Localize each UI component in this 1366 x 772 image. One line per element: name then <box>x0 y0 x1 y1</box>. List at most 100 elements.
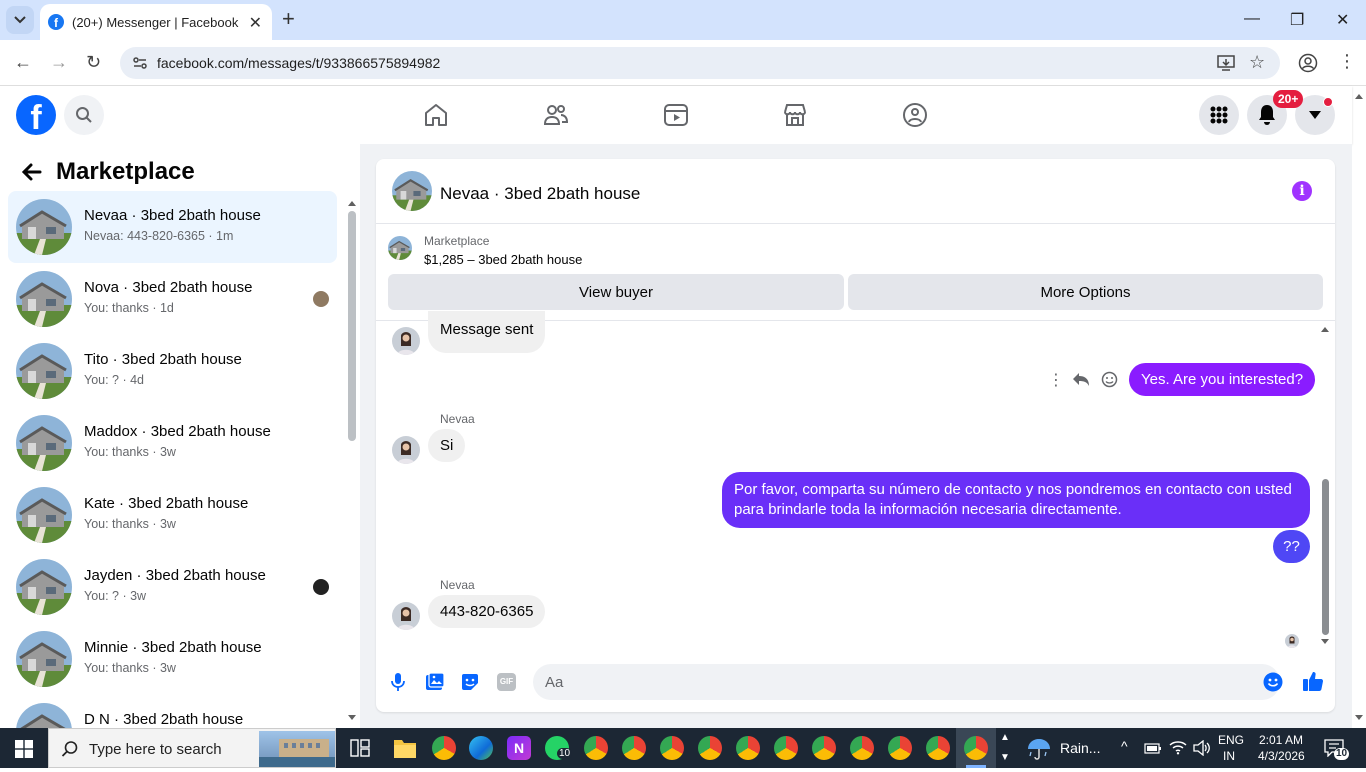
sender-avatar[interactable] <box>392 436 420 464</box>
chrome-profile-taskbar-icon[interactable] <box>622 736 646 760</box>
sender-avatar[interactable] <box>392 327 420 355</box>
chat-scroll-thumb[interactable] <box>1322 479 1329 635</box>
windows-start-icon[interactable] <box>15 740 33 758</box>
gif-button[interactable]: GIF <box>497 673 516 691</box>
chrome-profile-taskbar-icon[interactable] <box>584 736 608 760</box>
bookmark-star-icon[interactable]: ☆ <box>1249 52 1265 73</box>
browser-menu-icon[interactable]: ⋮ <box>1338 51 1356 72</box>
tab-close-icon[interactable]: ✕ <box>249 13 262 33</box>
message-input[interactable] <box>533 664 1280 700</box>
file-explorer-icon[interactable] <box>393 737 417 759</box>
chrome-profile-taskbar-icon[interactable] <box>660 736 684 760</box>
message-bubble-outgoing[interactable]: Yes. Are you interested? <box>1129 363 1316 396</box>
friends-icon[interactable] <box>543 102 569 128</box>
emoji-icon[interactable] <box>1263 672 1283 692</box>
tab-search-button[interactable] <box>6 6 34 34</box>
microphone-icon[interactable] <box>391 672 405 692</box>
profile-icon[interactable] <box>1298 53 1318 73</box>
message-bubble-outgoing[interactable]: Por favor, comparta su número de contact… <box>722 472 1310 528</box>
scroll-down-icon[interactable] <box>347 714 357 722</box>
marketplace-icon[interactable] <box>782 102 808 128</box>
search-highlight-image <box>259 731 335 767</box>
sidebar-scroll-thumb[interactable] <box>348 211 356 441</box>
page-scroll-down-icon[interactable] <box>1354 714 1364 722</box>
minimize-button[interactable]: — <box>1244 10 1260 28</box>
reload-button[interactable]: ↻ <box>86 52 101 73</box>
home-icon[interactable] <box>423 102 449 128</box>
chrome-profile-taskbar-icon[interactable] <box>888 736 912 760</box>
menu-button[interactable] <box>1199 95 1239 135</box>
thumbs-up-icon[interactable] <box>1302 670 1324 692</box>
listing-title[interactable]: $1,285 – 3bed 2bath house <box>424 252 582 267</box>
language-code[interactable]: ENG <box>1218 733 1244 747</box>
sidebar-scrollbar[interactable] <box>346 199 358 728</box>
chrome-profile-taskbar-icon[interactable] <box>850 736 874 760</box>
groups-icon[interactable] <box>902 102 928 128</box>
new-tab-button[interactable]: + <box>282 8 295 30</box>
battery-icon[interactable] <box>1144 741 1162 755</box>
restore-button[interactable]: ❐ <box>1290 10 1304 30</box>
conversation-item[interactable]: Nevaa · 3bed 2bath house Nevaa: 443-820-6… <box>8 191 337 263</box>
info-icon[interactable]: i <box>1292 181 1312 201</box>
onenote-taskbar-icon[interactable]: N <box>507 736 531 760</box>
message-bubble-outgoing[interactable]: ?? <box>1273 530 1310 563</box>
back-button[interactable]: ← <box>14 52 32 73</box>
conversation-item[interactable]: Minnie · 3bed 2bath house You: thanks · 3… <box>8 623 337 695</box>
chrome-active-taskbar-icon[interactable] <box>964 736 988 760</box>
clock-time[interactable]: 2:01 AM <box>1259 733 1303 747</box>
page-scroll-up-icon[interactable] <box>1354 92 1364 100</box>
install-app-icon[interactable] <box>1217 54 1235 72</box>
sticker-icon[interactable] <box>460 672 480 692</box>
conversation-item[interactable]: Nova · 3bed 2bath house You: thanks · 1d <box>8 263 337 335</box>
taskbar-search-box[interactable]: Type here to search <box>48 728 336 768</box>
chat-scroll-down-icon[interactable] <box>1320 638 1330 646</box>
react-emoji-icon[interactable] <box>1101 371 1118 388</box>
facebook-search-button[interactable] <box>64 95 104 135</box>
message-bubble-incoming[interactable]: Si <box>428 429 466 462</box>
chrome-profile-taskbar-icon[interactable] <box>698 736 722 760</box>
facebook-logo[interactable]: f <box>16 95 56 135</box>
edge-taskbar-icon[interactable] <box>469 736 493 760</box>
conversation-item[interactable]: Maddox · 3bed 2bath house You: thanks · 3… <box>8 407 337 479</box>
chat-listing-thumbnail[interactable] <box>392 171 432 211</box>
more-options-button[interactable]: More Options <box>848 274 1323 310</box>
weather-text[interactable]: Rain... <box>1060 740 1100 756</box>
close-window-button[interactable]: ✕ <box>1336 10 1349 30</box>
taskbar-overflow-icon[interactable]: ▲ ▼ <box>1000 728 1010 768</box>
umbrella-weather-icon[interactable] <box>1027 738 1051 760</box>
back-arrow-icon[interactable] <box>20 160 44 184</box>
site-settings-icon[interactable] <box>132 55 148 71</box>
chat-title[interactable]: Nevaa · 3bed 2bath house <box>440 184 640 204</box>
notification-center-count: 10 <box>1334 748 1350 760</box>
chat-scroll-up-icon[interactable] <box>1320 325 1330 333</box>
photo-attach-icon[interactable] <box>425 672 445 692</box>
wifi-icon[interactable] <box>1169 739 1187 755</box>
chrome-profile-taskbar-icon[interactable] <box>774 736 798 760</box>
forward-button[interactable]: → <box>50 52 68 73</box>
chrome-profile-taskbar-icon[interactable] <box>736 736 760 760</box>
conversation-item[interactable]: Jayden · 3bed 2bath house You: ? · 3w <box>8 551 337 623</box>
message-bubble-incoming[interactable]: 443-820-6365 <box>428 595 546 628</box>
conversation-item[interactable]: D N · 3bed 2bath house <box>8 695 337 728</box>
address-bar[interactable]: facebook.com/messages/t/933866575894982 … <box>120 47 1280 79</box>
video-icon[interactable] <box>663 102 689 128</box>
sender-avatar[interactable] <box>392 602 420 630</box>
taskbar-search-icon <box>61 741 78 757</box>
scroll-up-icon[interactable] <box>347 199 357 207</box>
view-buyer-button[interactable]: View buyer <box>388 274 844 310</box>
browser-tab[interactable]: f (20+) Messenger | Facebook ✕ <box>40 4 272 40</box>
listing-thumbnail[interactable] <box>388 236 412 260</box>
reply-icon[interactable] <box>1072 371 1090 387</box>
conversation-item[interactable]: Kate · 3bed 2bath house You: thanks · 3w <box>8 479 337 551</box>
conversation-item[interactable]: Tito · 3bed 2bath house You: ? · 4d <box>8 335 337 407</box>
chrome-profile-taskbar-icon[interactable] <box>926 736 950 760</box>
chrome-taskbar-icon[interactable] <box>432 736 456 760</box>
message-bubble-incoming[interactable]: Message sent <box>428 311 546 353</box>
tray-chevron-icon[interactable]: ^ <box>1121 738 1128 754</box>
chrome-profile-taskbar-icon[interactable] <box>812 736 836 760</box>
task-view-icon[interactable] <box>350 739 370 757</box>
volume-icon[interactable] <box>1193 740 1211 756</box>
conversation-snippet: You: ? · 4d <box>84 373 145 387</box>
conversation-name: Nevaa · 3bed 2bath house <box>84 207 261 224</box>
message-more-icon[interactable]: ⋮ <box>1048 370 1064 390</box>
